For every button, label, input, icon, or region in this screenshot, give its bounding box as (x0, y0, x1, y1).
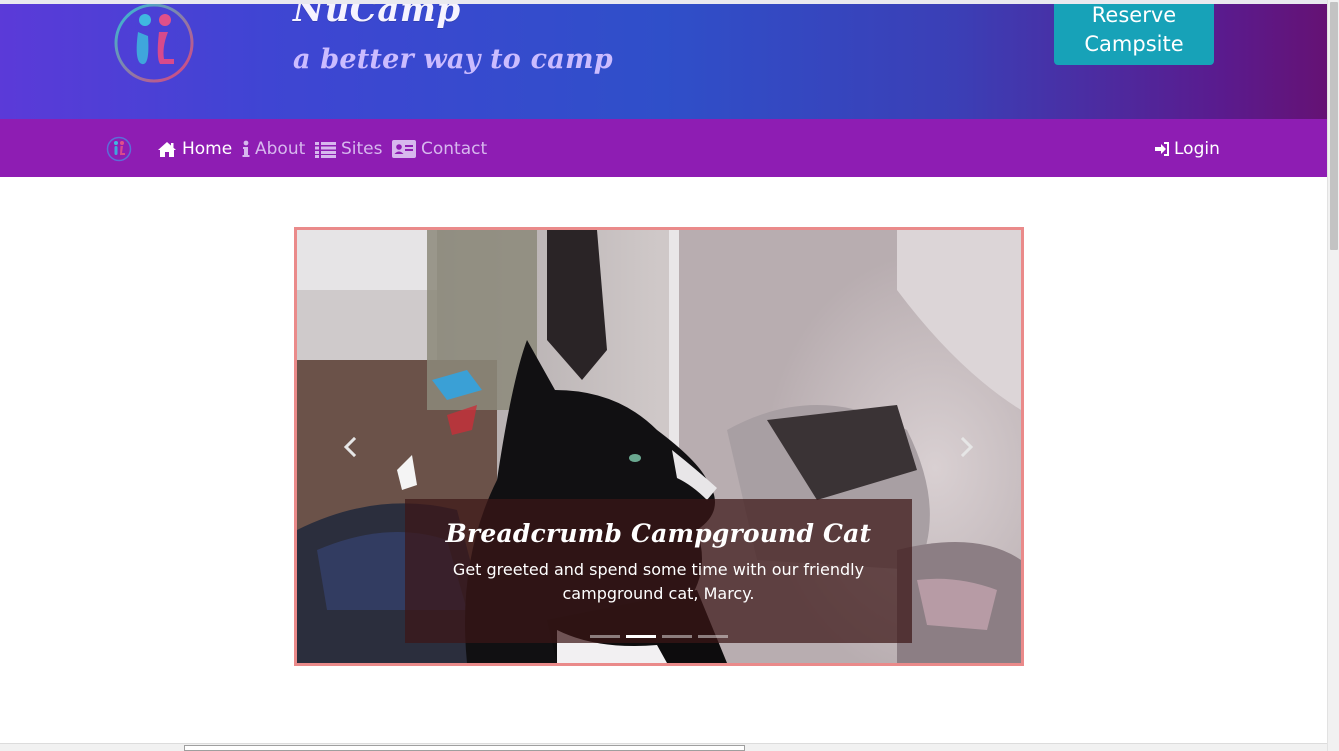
nav-home-label: Home (182, 139, 233, 159)
vertical-scrollbar-thumb[interactable] (1330, 2, 1338, 250)
page: NuCamp a better way to camp Reserve Camp… (0, 0, 1339, 751)
nav-item-contact[interactable]: Contact (392, 138, 487, 160)
caption-title: Breadcrumb Campground Cat (445, 519, 872, 548)
nav-item-home[interactable]: Home (157, 138, 232, 160)
nav-item-about[interactable]: About (242, 138, 305, 160)
nav-sites-label: Sites (341, 139, 383, 159)
nav-contact-label: Contact (421, 139, 488, 159)
login-button[interactable]: Login (1155, 138, 1220, 160)
horizontal-scrollbar-thumb[interactable] (184, 745, 745, 751)
carousel-indicator-active[interactable] (626, 635, 656, 638)
address-card-icon (392, 140, 416, 158)
nucamp-logo (114, 4, 194, 83)
carousel-indicator[interactable] (662, 635, 692, 638)
reserve-campsite-button[interactable]: Reserve Campsite (1054, 4, 1214, 65)
navbar: Home About Sites Contact Login (0, 119, 1327, 177)
reserve-campsite-label: Reserve Campsite (1084, 4, 1184, 56)
carousel: Breadcrumb Campground Cat Get greeted an… (294, 227, 1024, 666)
brand-tagline: a better way to camp (293, 44, 613, 75)
vertical-scrollbar[interactable] (1327, 0, 1339, 751)
carousel-next-button[interactable] (954, 435, 978, 459)
header-jumbotron: NuCamp a better way to camp Reserve Camp… (0, 4, 1327, 119)
chevron-right-icon (960, 436, 974, 458)
carousel-indicators (590, 635, 728, 638)
carousel-prev-button[interactable] (339, 435, 363, 459)
nav-about-label: About (255, 139, 306, 159)
list-icon (315, 141, 336, 158)
carousel-indicator[interactable] (590, 635, 620, 638)
horizontal-scrollbar[interactable] (0, 743, 1327, 751)
login-label: Login (1174, 139, 1220, 159)
carousel-caption: Breadcrumb Campground Cat Get greeted an… (405, 499, 912, 643)
sign-in-icon (1155, 142, 1169, 156)
nav-logo-icon[interactable] (106, 136, 132, 162)
info-icon (242, 140, 250, 157)
nav-item-sites[interactable]: Sites (315, 138, 383, 160)
home-icon (158, 141, 176, 157)
carousel-indicator[interactable] (698, 635, 728, 638)
brand-title: NuCamp (293, 4, 461, 30)
chevron-left-icon (343, 436, 357, 458)
caption-text: Get greeted and spend some time with our… (452, 560, 865, 603)
